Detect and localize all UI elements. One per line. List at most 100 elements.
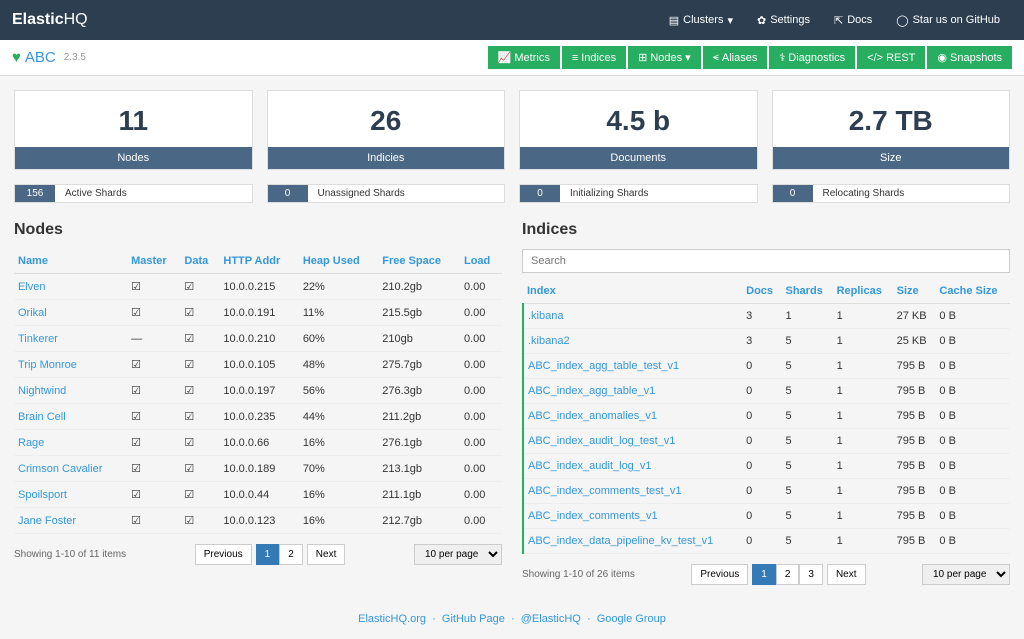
- table-row: ABC_index_comments_test_v1051795 B0 B: [523, 479, 1010, 504]
- stat-card: 26Indicies: [267, 90, 506, 170]
- github-icon: ◯: [896, 14, 908, 27]
- column-header[interactable]: Free Space: [378, 249, 460, 274]
- share-icon: ⪪: [713, 51, 719, 64]
- column-header[interactable]: Replicas: [833, 279, 893, 304]
- index-link[interactable]: ABC_index_audit_log_test_v1: [528, 435, 675, 447]
- column-header[interactable]: Data: [180, 249, 219, 274]
- indices-per-page-select[interactable]: 10 per page: [922, 564, 1010, 585]
- table-row: Orikal☑☑10.0.0.19111%215.5gb0.00: [14, 300, 502, 326]
- tab-snapshots[interactable]: ◉Snapshots: [927, 46, 1012, 69]
- list-icon: ≡: [572, 52, 578, 64]
- page-button[interactable]: 2: [279, 544, 303, 565]
- node-link[interactable]: Elven: [18, 281, 46, 293]
- tab-aliases[interactable]: ⪪Aliases: [703, 46, 768, 69]
- page-button[interactable]: 2: [776, 564, 800, 585]
- column-header[interactable]: HTTP Addr: [219, 249, 298, 274]
- shard-item: 0Unassigned Shards: [267, 184, 506, 203]
- footer-link[interactable]: GitHub Page: [442, 613, 505, 625]
- indices-pager: Previous 123 Next: [691, 564, 865, 585]
- stat-value: 2.7 TB: [773, 91, 1010, 147]
- node-link[interactable]: Nightwind: [18, 385, 66, 397]
- stat-value: 4.5 b: [520, 91, 757, 147]
- stats-row: 11Nodes26Indicies4.5 bDocuments 2.7 TBSiz…: [14, 90, 1010, 170]
- footer-link[interactable]: Google Group: [597, 613, 666, 625]
- tab-metrics[interactable]: 📈Metrics: [488, 46, 560, 69]
- stat-card: 11Nodes: [14, 90, 253, 170]
- tab-indices[interactable]: ≡Indices: [562, 46, 626, 69]
- index-link[interactable]: .kibana: [528, 310, 563, 322]
- nodes-next-button[interactable]: Next: [307, 544, 346, 565]
- tab-diagnostics[interactable]: ⚕Diagnostics: [769, 46, 855, 69]
- indices-search-input[interactable]: [522, 249, 1010, 273]
- column-header[interactable]: Index: [523, 279, 742, 304]
- table-row: ABC_index_agg_table_v1051795 B0 B: [523, 379, 1010, 404]
- index-link[interactable]: ABC_index_comments_test_v1: [528, 485, 681, 497]
- page-button[interactable]: 1: [752, 564, 776, 585]
- shard-label: Relocating Shards: [813, 185, 1010, 202]
- indices-column: Indices IndexDocsShardsReplicasSizeCache…: [522, 221, 1010, 585]
- column-header[interactable]: Load: [460, 249, 502, 274]
- shard-count: 156: [15, 185, 55, 202]
- stat-card: 4.5 bDocuments: [519, 90, 758, 170]
- caret-down-icon: ▾: [727, 14, 733, 27]
- nodes-prev-button[interactable]: Previous: [195, 544, 252, 565]
- settings-link[interactable]: ✿Settings: [745, 4, 822, 37]
- tab-nodes[interactable]: ⊞Nodes▾: [628, 46, 701, 69]
- column-header[interactable]: Master: [127, 249, 180, 274]
- node-link[interactable]: Spoilsport: [18, 489, 67, 501]
- stat-value: 11: [15, 91, 252, 147]
- column-header[interactable]: Shards: [781, 279, 832, 304]
- nodes-pager: Previous 12 Next: [195, 544, 346, 565]
- shard-item: 156Active Shards: [14, 184, 253, 203]
- index-link[interactable]: ABC_index_anomalies_v1: [528, 410, 657, 422]
- github-star-link[interactable]: ◯Star us on GitHub: [884, 4, 1012, 37]
- index-link[interactable]: .kibana2: [528, 335, 570, 347]
- indices-prev-button[interactable]: Previous: [691, 564, 748, 585]
- stethoscope-icon: ⚕: [779, 51, 785, 64]
- table-row: Brain Cell☑☑10.0.0.23544%211.2gb0.00: [14, 404, 502, 430]
- footer-link[interactable]: ElasticHQ.org: [358, 613, 426, 625]
- docs-link[interactable]: ⇱Docs: [822, 4, 884, 37]
- table-row: Trip Monroe☑☑10.0.0.10548%275.7gb0.00: [14, 352, 502, 378]
- index-link[interactable]: ABC_index_comments_v1: [528, 510, 658, 522]
- node-link[interactable]: Jane Foster: [18, 515, 76, 527]
- node-link[interactable]: Crimson Cavalier: [18, 463, 102, 475]
- sitemap-icon: ▤: [669, 14, 679, 27]
- nodes-page-info: Showing 1-10 of 11 items: [14, 549, 126, 560]
- node-link[interactable]: Orikal: [18, 307, 47, 319]
- shard-label: Active Shards: [55, 185, 252, 202]
- node-link[interactable]: Rage: [18, 437, 44, 449]
- table-row: Crimson Cavalier☑☑10.0.0.18970%213.1gb0.…: [14, 456, 502, 482]
- table-row: .kibana235125 KB0 B: [523, 329, 1010, 354]
- clusters-dropdown[interactable]: ▤Clusters▾: [657, 4, 745, 37]
- nodes-table: NameMasterDataHTTP AddrHeap UsedFree Spa…: [14, 249, 502, 534]
- indices-next-button[interactable]: Next: [827, 564, 866, 585]
- table-row: ABC_index_audit_log_v1051795 B0 B: [523, 454, 1010, 479]
- stat-label: Size: [773, 147, 1010, 169]
- chart-icon: 📈: [498, 51, 512, 64]
- table-row: Rage☑☑10.0.0.6616%276.1gb0.00: [14, 430, 502, 456]
- indices-title: Indices: [522, 221, 1010, 239]
- node-link[interactable]: Trip Monroe: [18, 359, 77, 371]
- tab-rest[interactable]: </>REST: [857, 46, 925, 69]
- index-link[interactable]: ABC_index_data_pipeline_kv_test_v1: [528, 535, 713, 547]
- shard-count: 0: [773, 185, 813, 202]
- footer-link[interactable]: @ElasticHQ: [521, 613, 581, 625]
- node-link[interactable]: Tinkerer: [18, 333, 58, 345]
- cluster-name[interactable]: ♥ ABC 2.3.5: [12, 49, 86, 66]
- index-link[interactable]: ABC_index_agg_table_v1: [528, 385, 655, 397]
- column-header[interactable]: Size: [893, 279, 936, 304]
- index-link[interactable]: ABC_index_agg_table_test_v1: [528, 360, 679, 372]
- nodes-per-page-select[interactable]: 10 per page: [414, 544, 502, 565]
- column-header[interactable]: Cache Size: [935, 279, 1010, 304]
- page-button[interactable]: 1: [256, 544, 280, 565]
- column-header[interactable]: Name: [14, 249, 127, 274]
- page-button[interactable]: 3: [799, 564, 823, 585]
- server-icon: ⊞: [638, 51, 647, 64]
- camera-icon: ◉: [937, 51, 947, 64]
- column-header[interactable]: Heap Used: [299, 249, 378, 274]
- index-link[interactable]: ABC_index_audit_log_v1: [528, 460, 652, 472]
- node-link[interactable]: Brain Cell: [18, 411, 66, 423]
- column-header[interactable]: Docs: [742, 279, 781, 304]
- brand-logo[interactable]: ElasticHQ: [12, 11, 88, 29]
